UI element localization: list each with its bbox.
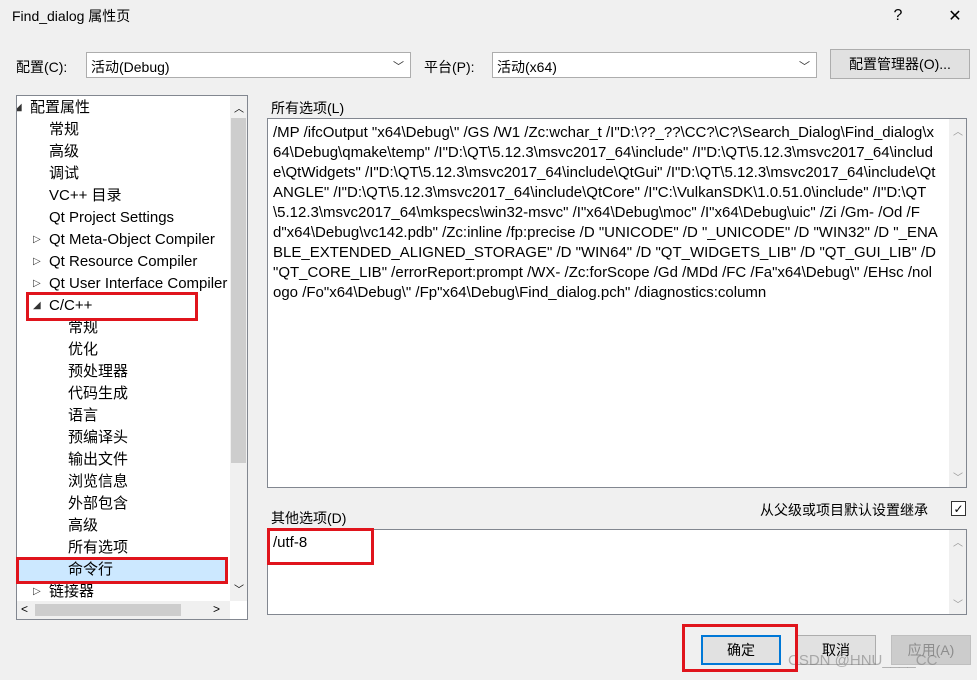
all-options-scrollbar[interactable]: ︿ ﹀: [949, 119, 966, 487]
scroll-up-icon[interactable]: ︿: [953, 123, 963, 138]
config-label: 配置(C):: [16, 59, 68, 75]
check-icon: ✓: [953, 501, 964, 516]
tree-item[interactable]: 配置属性: [30, 97, 90, 119]
tree-horizontal-scrollbar[interactable]: < >: [17, 601, 230, 619]
tree-item[interactable]: 浏览信息: [68, 471, 128, 493]
window-title: Find_dialog 属性页: [12, 8, 131, 24]
scroll-right-icon[interactable]: >: [213, 602, 220, 616]
chevron-down-icon: ﹀: [393, 61, 404, 73]
tree-item[interactable]: 优化: [68, 339, 98, 361]
platform-value: 活动(x64): [497, 59, 557, 75]
scroll-up-icon[interactable]: ︿: [234, 100, 244, 115]
watermark: CSDN @HNU____CC: [788, 652, 938, 669]
annotation-box-cpp: [26, 292, 198, 321]
config-manager-button[interactable]: 配置管理器(O)...: [830, 49, 970, 79]
collapse-icon[interactable]: ◢: [17, 102, 22, 113]
tree-item[interactable]: 预处理器: [68, 361, 128, 383]
all-options-label: 所有选项(L): [271, 100, 345, 116]
tree-item[interactable]: Qt Resource Compiler: [49, 251, 197, 273]
expand-icon[interactable]: ▷: [33, 278, 41, 289]
other-options-scrollbar[interactable]: ︿ ﹀: [949, 530, 966, 614]
tree-item[interactable]: 高级: [68, 515, 98, 537]
config-select[interactable]: 活动(Debug) ﹀: [86, 52, 411, 78]
help-button[interactable]: ?: [878, 0, 918, 32]
tree-item[interactable]: Qt Project Settings: [49, 207, 174, 229]
scroll-left-icon[interactable]: <: [21, 602, 28, 616]
scroll-down-icon[interactable]: ﹀: [953, 469, 963, 484]
expand-icon[interactable]: ▷: [33, 234, 41, 245]
tree-item[interactable]: 代码生成: [68, 383, 128, 405]
other-options-label: 其他选项(D): [271, 510, 347, 526]
expand-icon[interactable]: ▷: [33, 586, 41, 597]
tree-hscroll-thumb[interactable]: [35, 604, 181, 616]
tree-item[interactable]: 高级: [49, 141, 79, 163]
tree-vertical-scrollbar[interactable]: ︿ ﹀: [230, 96, 247, 601]
tree-scroll-thumb[interactable]: [231, 118, 246, 463]
tree-item[interactable]: 外部包含: [68, 493, 128, 515]
platform-label: 平台(P):: [424, 59, 475, 75]
tree-item[interactable]: 输出文件: [68, 449, 128, 471]
tree-item[interactable]: VC++ 目录: [49, 185, 122, 207]
platform-select[interactable]: 活动(x64) ﹀: [492, 52, 817, 78]
property-tree[interactable]: ◢配置属性常规高级调试VC++ 目录Qt Project Settings▷Qt…: [16, 95, 248, 620]
close-button[interactable]: ✕: [935, 0, 975, 32]
tree-item[interactable]: 语言: [68, 405, 98, 427]
annotation-box-cmdline: [16, 557, 228, 584]
config-value: 活动(Debug): [91, 59, 170, 75]
inherit-label: 从父级或项目默认设置继承: [760, 502, 928, 518]
tree-item[interactable]: 预编译头: [68, 427, 128, 449]
annotation-box-ok: [682, 624, 798, 672]
scroll-up-icon[interactable]: ︿: [953, 534, 963, 549]
all-options-text: /MP /ifcOutput "x64\Debug\" /GS /W1 /Zc:…: [273, 124, 941, 301]
expand-icon[interactable]: ▷: [33, 256, 41, 267]
tree-item[interactable]: 调试: [49, 163, 79, 185]
close-icon: ✕: [948, 8, 962, 25]
all-options-textarea[interactable]: /MP /ifcOutput "x64\Debug\" /GS /W1 /Zc:…: [267, 118, 967, 488]
scroll-down-icon[interactable]: ﹀: [953, 596, 963, 611]
tree-item[interactable]: 所有选项: [68, 537, 128, 559]
inherit-checkbox[interactable]: ✓: [951, 501, 966, 516]
tree-item[interactable]: 链接器: [49, 581, 94, 603]
scroll-down-icon[interactable]: ﹀: [234, 581, 244, 596]
chevron-down-icon: ﹀: [799, 61, 810, 73]
tree-item[interactable]: 常规: [49, 119, 79, 141]
annotation-box-utf8: [267, 528, 374, 565]
tree-item[interactable]: Qt Meta-Object Compiler: [49, 229, 215, 251]
